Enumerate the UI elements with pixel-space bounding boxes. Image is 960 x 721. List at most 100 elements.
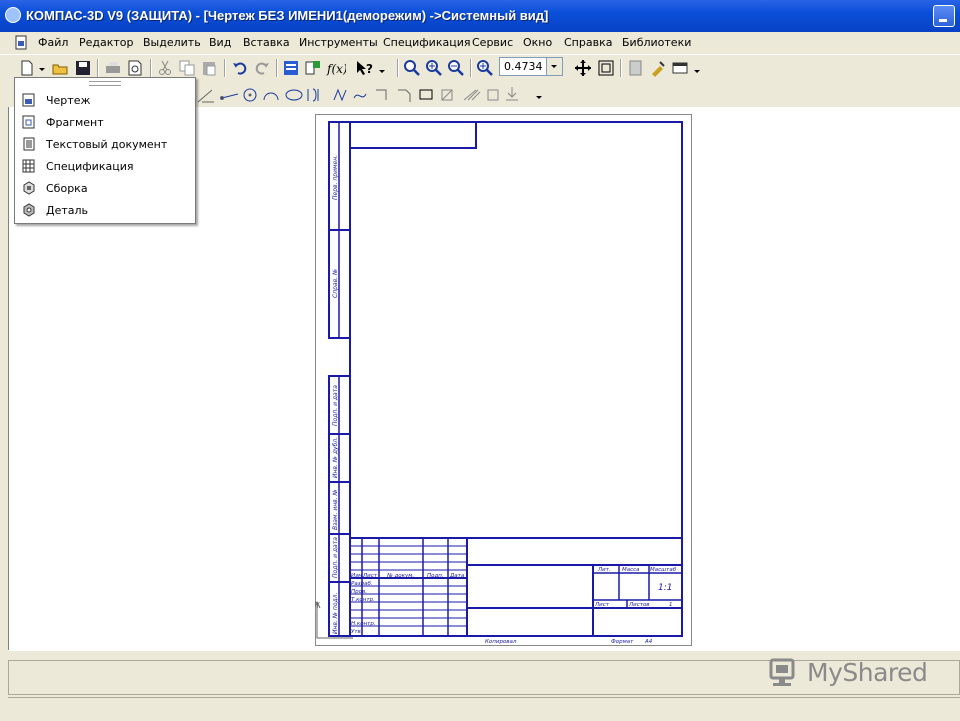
menu-view[interactable]: Вид: [209, 36, 231, 49]
watermark-text: MyShared: [807, 658, 928, 687]
zoom-scale-dropdown[interactable]: [547, 57, 563, 76]
menu-file[interactable]: Файл: [38, 36, 68, 49]
chevron-down-icon: [551, 65, 557, 68]
svg-text:?: ?: [366, 62, 373, 76]
geometry-tools-icons[interactable]: [196, 84, 546, 106]
stamp-data: Дата: [449, 573, 465, 579]
stamp-scale-value: 1:1: [658, 583, 672, 593]
show-all-icon[interactable]: [597, 59, 615, 77]
stamp-podp: Подп.: [427, 573, 444, 579]
save-icon[interactable]: [74, 59, 92, 77]
kompas-app-icon[interactable]: [5, 7, 21, 23]
open-folder-icon[interactable]: [51, 59, 69, 77]
side-label-vzam-inv: Взам. инв. №: [332, 489, 339, 530]
menu-libraries[interactable]: Библиотеки: [622, 36, 691, 49]
fragment-doc-icon: [22, 115, 35, 129]
menu-bar: Файл Редактор Выделить Вид Вставка Инстр…: [0, 32, 960, 54]
copy-icon[interactable]: [178, 59, 196, 77]
menu-window[interactable]: Окно: [523, 36, 552, 49]
drawing-doc-icon: [22, 93, 35, 107]
stamp-nkontr: Н.контр.: [351, 621, 376, 627]
menu-item-specification[interactable]: Спецификация: [15, 156, 195, 178]
undo-icon[interactable]: [231, 59, 249, 77]
zoom-scale-icon[interactable]: [476, 59, 494, 77]
stamp-massa: Масса: [622, 567, 640, 573]
help-pointer-icon[interactable]: ?: [355, 59, 385, 77]
menu-editor[interactable]: Редактор: [79, 36, 134, 49]
stamp-lit: Лит.: [597, 567, 611, 573]
toolbar-separator: [397, 59, 399, 77]
stamp-sheets: Листов: [628, 602, 650, 608]
menu-tools[interactable]: Инструменты: [299, 36, 378, 49]
zoom-in-icon[interactable]: [425, 59, 443, 77]
new-document-icon[interactable]: [18, 59, 36, 77]
menu-insert[interactable]: Вставка: [243, 36, 290, 49]
menu-item-assembly[interactable]: Сборка: [15, 178, 195, 200]
drawing-sheet[interactable]: Y Перв. примен. Справ. № Подп. и дата Ин…: [315, 114, 692, 646]
text-doc-icon: [23, 137, 35, 151]
new-document-menu: Чертеж Фрагмент Текстовый документ Специ…: [14, 77, 196, 224]
menu-grip[interactable]: [89, 81, 121, 86]
watermark-logo-icon: [769, 658, 795, 686]
svg-text:f(x): f(x): [326, 62, 346, 76]
stamp-prov: Пров.: [351, 589, 367, 595]
menu-item-label: Чертеж: [46, 94, 91, 107]
menu-item-label: Сборка: [46, 182, 88, 195]
assembly-doc-icon: [23, 181, 35, 195]
redo-icon[interactable]: [253, 59, 271, 77]
side-label-inv-dubl: Инв. № дубл.: [332, 437, 339, 478]
menu-item-part[interactable]: Деталь: [15, 200, 195, 222]
menu-item-text-document[interactable]: Текстовый документ: [15, 134, 195, 156]
toolbar-separator: [150, 59, 152, 77]
part-doc-icon: [23, 203, 35, 217]
specification-doc-icon: [22, 159, 35, 173]
stamp-sheet: Лист: [594, 602, 610, 608]
stamp-tkontr: Т.контр.: [351, 597, 375, 603]
refresh-image-icon[interactable]: [627, 59, 645, 77]
variables-fx-icon[interactable]: f(x): [326, 59, 346, 77]
menu-service[interactable]: Сервис: [472, 36, 513, 49]
stamp-sheets-value: 1: [669, 602, 673, 608]
library-manager-icon[interactable]: [304, 59, 322, 77]
side-label-sprav: Справ. №: [332, 269, 339, 298]
toolbar-separator: [97, 59, 99, 77]
pan-move-icon[interactable]: [574, 59, 592, 77]
status-bar: [8, 697, 960, 721]
toolbar-separator: [276, 59, 278, 77]
menu-item-fragment[interactable]: Фрагмент: [15, 112, 195, 134]
menu-item-label: Спецификация: [46, 160, 134, 173]
zoom-out-icon[interactable]: [447, 59, 465, 77]
manager-icon[interactable]: [282, 59, 300, 77]
menu-specification[interactable]: Спецификация: [383, 36, 470, 49]
print-preview-icon[interactable]: [126, 59, 144, 77]
paste-icon[interactable]: [200, 59, 218, 77]
menu-item-label: Фрагмент: [46, 116, 104, 129]
toolbar-separator: [620, 59, 622, 77]
menu-item-drawing[interactable]: Чертеж: [15, 90, 195, 112]
stamp-format-value: A4: [644, 639, 653, 645]
side-label-inv-podl: Инв. № подл.: [332, 593, 339, 634]
menu-select[interactable]: Выделить: [143, 36, 201, 49]
menu-item-label: Текстовый документ: [46, 138, 168, 151]
document-icon[interactable]: [15, 35, 29, 51]
stamp-masshtab: Масштаб: [650, 567, 677, 573]
title-bar: КОМПАС-3D V9 (ЗАЩИТА) - [Чертеж БЕЗ ИМЕН…: [0, 0, 960, 32]
stamp-ndokum: № докум.: [386, 573, 414, 579]
side-label-podp-data-2: Подп. и дата: [332, 537, 339, 578]
left-panel-strip: [0, 107, 8, 720]
menu-help[interactable]: Справка: [564, 36, 612, 49]
new-document-dropdown-icon[interactable]: [37, 59, 47, 77]
zoom-scale-input[interactable]: 0.4734: [499, 57, 547, 76]
watermark: MyShared: [767, 655, 928, 691]
display-options-icon[interactable]: [671, 59, 701, 77]
properties-brush-icon[interactable]: [649, 59, 667, 77]
stamp-razrab: Разраб.: [351, 581, 373, 587]
window-title: КОМПАС-3D V9 (ЗАЩИТА) - [Чертеж БЕЗ ИМЕН…: [26, 8, 549, 23]
print-icon[interactable]: [104, 59, 122, 77]
stamp-format: Формат: [611, 639, 634, 645]
cut-icon[interactable]: [156, 59, 174, 77]
stamp-copied: Копировал: [485, 639, 517, 645]
side-label-podp-data-1: Подп. и дата: [332, 385, 339, 426]
minimize-button[interactable]: [933, 5, 955, 27]
zoom-window-icon[interactable]: [403, 59, 421, 77]
